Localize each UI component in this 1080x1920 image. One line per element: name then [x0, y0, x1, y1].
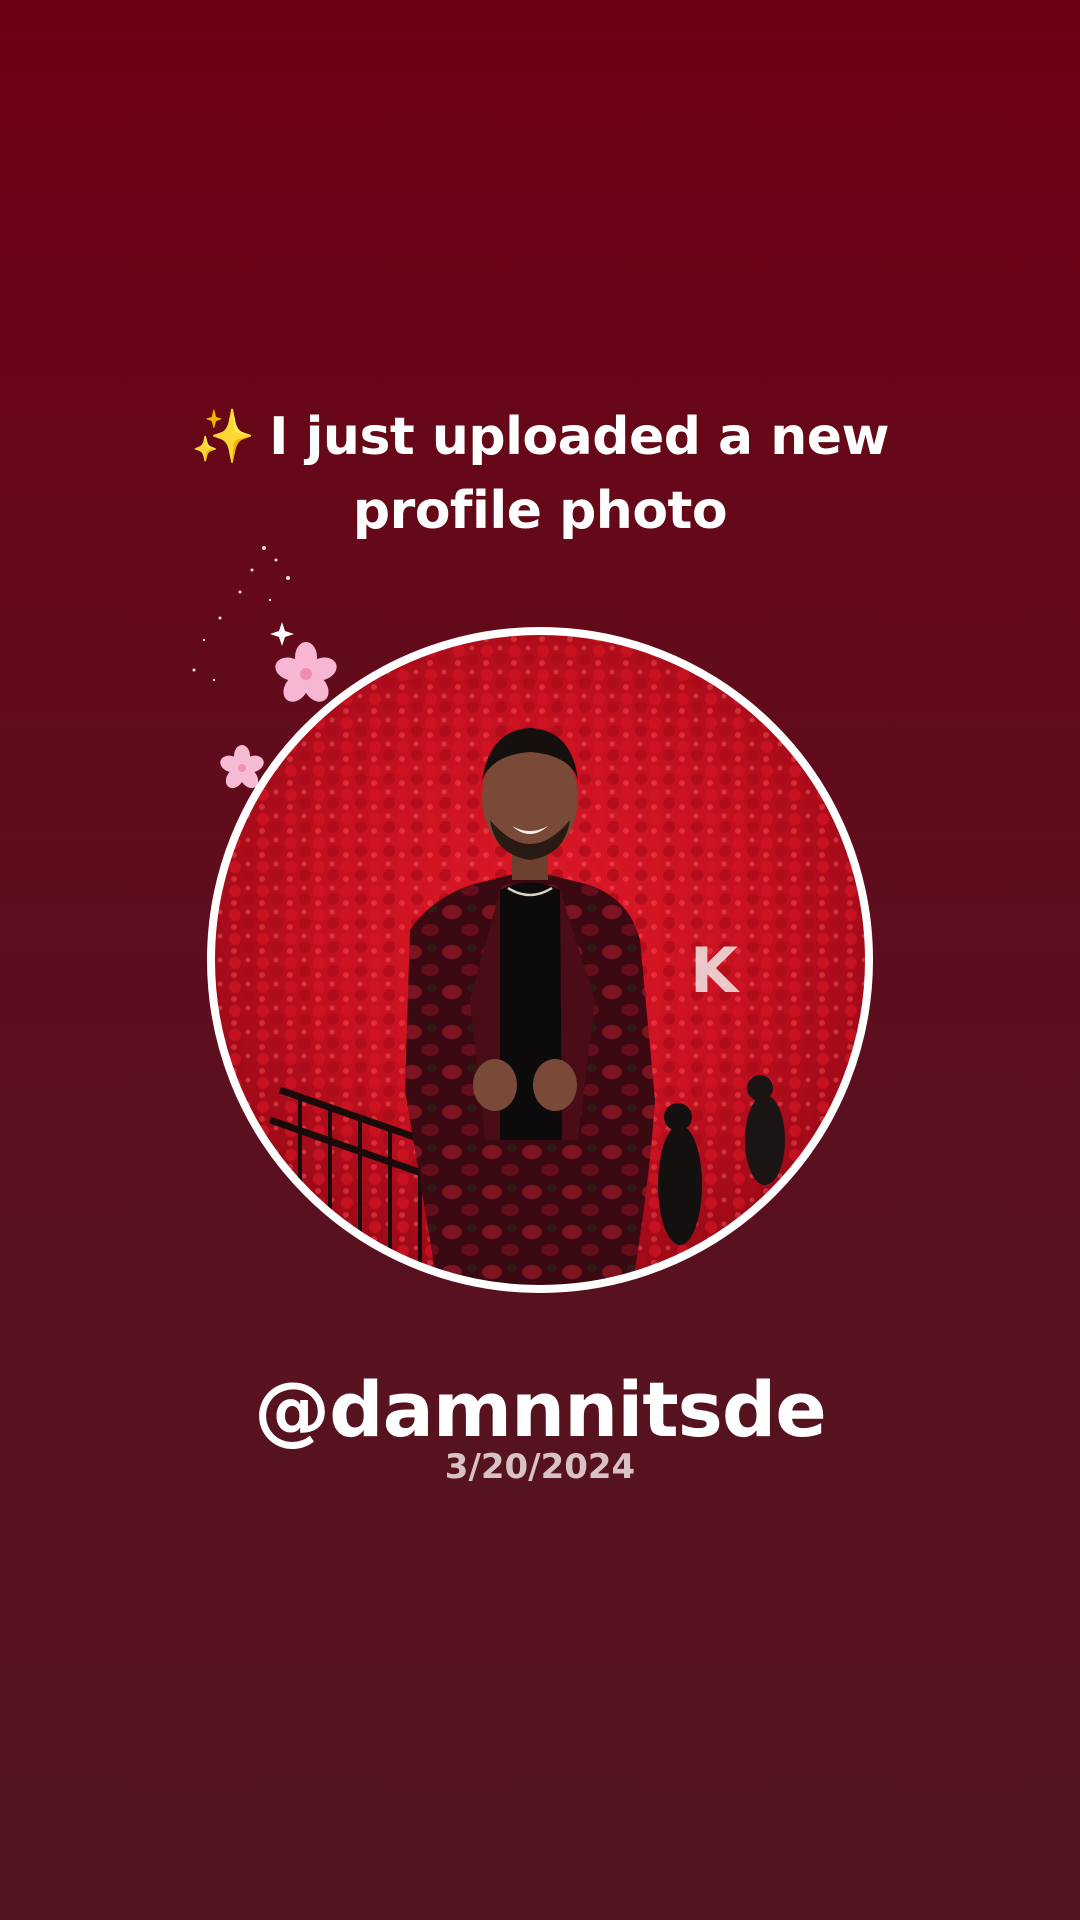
- profile-photo-announcement: ✨ I just uploaded a new profile photo K …: [0, 0, 1080, 1920]
- avatar-image: K: [207, 627, 873, 1293]
- announcement-headline: ✨ I just uploaded a new profile photo: [140, 400, 940, 548]
- profile-handle[interactable]: @damnnitsde: [140, 1365, 940, 1455]
- upload-date: 3/20/2024: [444, 1447, 636, 1487]
- svg-text:K: K: [690, 934, 740, 1007]
- announcement-text: I just uploaded a new profile photo: [269, 407, 890, 541]
- profile-avatar[interactable]: K: [200, 620, 880, 1300]
- sparkles-icon: ✨: [190, 407, 256, 467]
